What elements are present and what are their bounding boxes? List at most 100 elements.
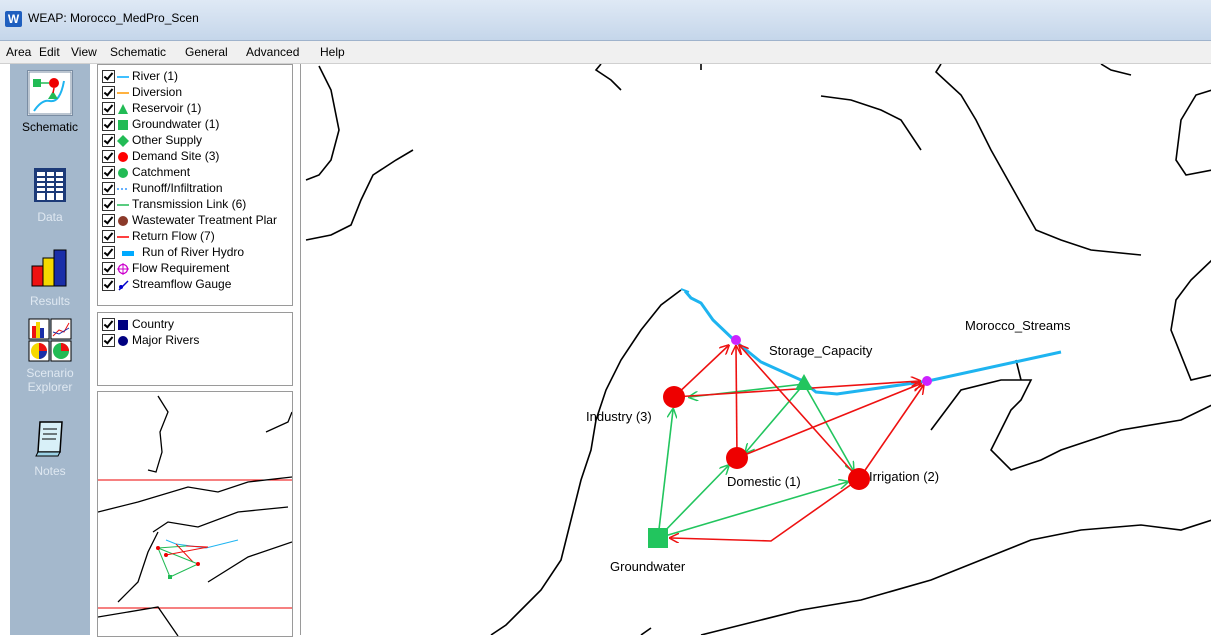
menu-advanced[interactable]: Advanced xyxy=(246,45,299,59)
groundwater-square-icon xyxy=(118,119,128,130)
results-chart-icon xyxy=(31,249,67,287)
reservoir-storage-capacity[interactable] xyxy=(795,374,813,390)
notes-view-button[interactable]: Notes xyxy=(10,416,90,478)
checkbox[interactable] xyxy=(102,214,115,228)
demand-site-irrigation[interactable] xyxy=(848,468,870,490)
schematic-canvas[interactable]: Storage_Capacity Morocco_Streams Industr… xyxy=(300,64,1211,635)
major-rivers-circle-icon xyxy=(118,335,128,346)
transmission-line-icon xyxy=(117,204,129,206)
scenario-explorer-button[interactable]: Scenario Explorer xyxy=(10,318,90,394)
return-flow-line-icon xyxy=(117,236,129,238)
legend-item-streamflow-gauge[interactable]: Streamflow Gauge xyxy=(102,277,231,293)
checkbox[interactable] xyxy=(102,70,115,84)
legend-item-catchment[interactable]: Catchment xyxy=(102,165,190,181)
results-label: Results xyxy=(29,294,70,308)
wastewater-circle-icon xyxy=(118,215,128,226)
demand-site-industry[interactable] xyxy=(663,386,685,408)
legend-item-return-flow[interactable]: Return Flow (7) xyxy=(102,229,215,245)
country-borders xyxy=(305,64,1211,635)
overview-minimap[interactable] xyxy=(97,391,293,637)
legend-item-run-of-river-hydro[interactable]: Run of River Hydro xyxy=(102,245,244,261)
legend-label: Groundwater (1) xyxy=(132,117,220,131)
checkbox[interactable] xyxy=(102,182,115,196)
diversion-line-icon xyxy=(117,92,129,94)
legend-label: Other Supply xyxy=(132,133,203,147)
menu-help[interactable]: Help xyxy=(320,45,345,59)
legend-label: Wastewater Treatment Plar xyxy=(132,213,277,227)
legend-item-transmission-link[interactable]: Transmission Link (6) xyxy=(102,197,246,213)
other-supply-diamond-icon xyxy=(117,134,129,147)
checkbox[interactable] xyxy=(102,334,115,348)
menu-schematic[interactable]: Schematic xyxy=(110,45,166,59)
reservoir-triangle-icon xyxy=(118,103,128,114)
menu-view[interactable]: View xyxy=(71,45,97,59)
transmission-links xyxy=(657,383,853,539)
legend-label: Catchment xyxy=(132,165,191,179)
menu-area[interactable]: Area xyxy=(6,45,31,59)
legend-item-river[interactable]: River (1) xyxy=(102,69,178,85)
scenario-label-2: Explorer xyxy=(27,380,73,394)
return-flows xyxy=(671,346,923,541)
legend-label: River (1) xyxy=(132,69,179,83)
menu-edit[interactable]: Edit xyxy=(39,45,60,59)
checkbox[interactable] xyxy=(102,118,115,132)
legend-label: Return Flow (7) xyxy=(132,229,215,243)
weap-app-icon: W xyxy=(5,11,22,27)
legend-item-other-supply[interactable]: Other Supply xyxy=(102,133,202,149)
legend-item-runoff[interactable]: Runoff/Infiltration xyxy=(102,181,223,197)
streamflow-node-right[interactable] xyxy=(922,376,932,386)
runoff-dashed-line-icon xyxy=(117,188,129,190)
checkbox[interactable] xyxy=(102,246,115,260)
legend-item-diversion[interactable]: Diversion xyxy=(102,85,182,101)
checkbox[interactable] xyxy=(102,102,115,116)
legend-item-wastewater[interactable]: Wastewater Treatment Plar xyxy=(102,213,277,229)
catchment-circle-icon xyxy=(118,167,128,178)
checkbox[interactable] xyxy=(102,278,115,292)
demand-site-domestic[interactable] xyxy=(726,447,748,469)
schematic-map xyxy=(305,64,1211,635)
schematic-view-button[interactable]: Schematic xyxy=(10,70,90,134)
minimap-drawing xyxy=(98,395,292,636)
scenario-explorer-icon xyxy=(28,318,72,362)
checkbox[interactable] xyxy=(102,262,115,276)
checkbox[interactable] xyxy=(102,166,115,180)
streamflow-node-upper[interactable] xyxy=(731,335,741,345)
irrigation-label: Irrigation (2) xyxy=(869,469,940,484)
menu-general[interactable]: General xyxy=(185,45,228,59)
river-line-icon xyxy=(117,76,129,78)
results-view-button[interactable]: Results xyxy=(10,246,90,308)
legend-label: Diversion xyxy=(132,85,183,99)
window-title: WEAP: Morocco_MedPro_Scen xyxy=(28,11,199,25)
legend-label: Transmission Link (6) xyxy=(132,197,247,211)
checkbox[interactable] xyxy=(102,86,115,100)
groundwater-node[interactable] xyxy=(648,528,668,548)
storage-capacity-label: Storage_Capacity xyxy=(769,343,873,358)
river-line[interactable] xyxy=(683,290,1062,396)
river-head-tick xyxy=(680,288,690,293)
schematic-icon xyxy=(27,70,73,116)
checkbox[interactable] xyxy=(102,198,115,212)
checkbox[interactable] xyxy=(102,134,115,148)
legend-item-groundwater[interactable]: Groundwater (1) xyxy=(102,117,219,133)
checkbox[interactable] xyxy=(102,318,115,332)
demand-site-circle-icon xyxy=(118,151,128,162)
layer-item-country[interactable]: Country xyxy=(102,317,174,333)
checkbox[interactable] xyxy=(102,150,115,164)
checkbox[interactable] xyxy=(102,230,115,244)
morocco-streams-label: Morocco_Streams xyxy=(965,318,1071,333)
legend-label: Run of River Hydro xyxy=(142,245,245,259)
legend-item-demand-site[interactable]: Demand Site (3) xyxy=(102,149,219,165)
domestic-label: Domestic (1) xyxy=(727,474,801,489)
legend-label: Flow Requirement xyxy=(132,261,230,275)
element-legend-panel: River (1) Diversion Reservoir (1) Ground… xyxy=(97,64,293,306)
view-toolbar: Schematic Data Results Scenario Explorer… xyxy=(10,64,90,635)
layer-item-major-rivers[interactable]: Major Rivers xyxy=(102,333,199,349)
groundwater-label: Groundwater xyxy=(610,559,686,574)
legend-label: Streamflow Gauge xyxy=(132,277,232,291)
legend-item-reservoir[interactable]: Reservoir (1) xyxy=(102,101,201,117)
flow-requirement-icon xyxy=(117,262,129,275)
data-label: Data xyxy=(37,210,63,224)
legend-item-flow-requirement[interactable]: Flow Requirement xyxy=(102,261,229,277)
data-view-button[interactable]: Data xyxy=(10,162,90,224)
title-bar: W WEAP: Morocco_MedPro_Scen xyxy=(0,0,1211,41)
